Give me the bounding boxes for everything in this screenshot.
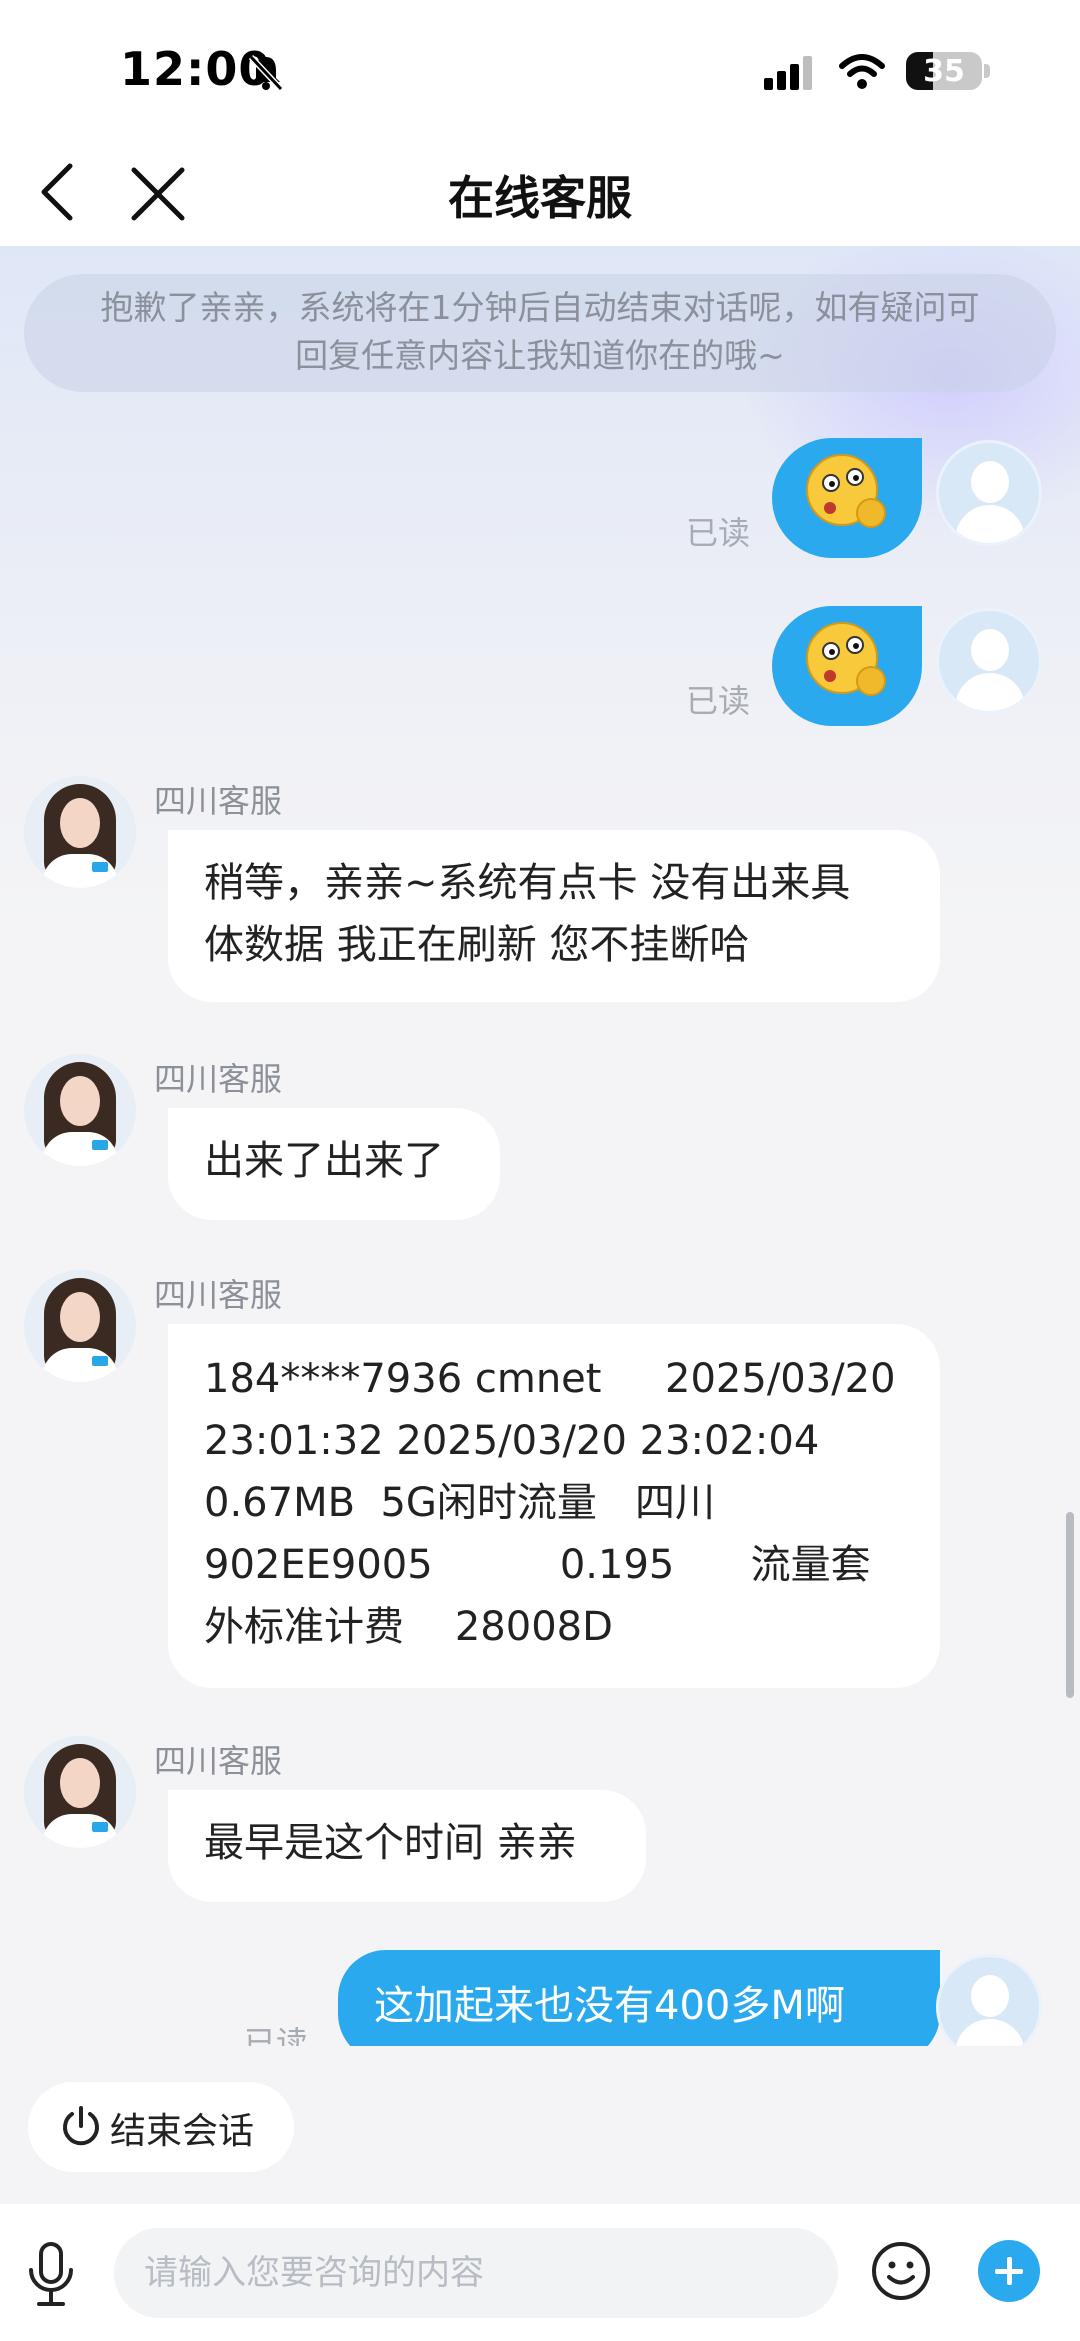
read-status: 已读	[686, 682, 751, 720]
end-session-button[interactable]: 结束会话	[28, 2082, 294, 2172]
message-text-line: 23:01:32 2025/03/20 23:02:04	[204, 1418, 820, 1464]
page-title: 在线客服	[448, 171, 632, 225]
message-text-line: 稍等，亲亲~系统有点卡 没有出来具	[204, 860, 851, 906]
user-message-bubble[interactable]: 这加起来也没有400多M啊	[338, 1950, 940, 2046]
agent-message-bubble[interactable]: 最早是这个时间 亲亲	[168, 1790, 646, 1902]
agent-name: 四川客服	[154, 782, 283, 820]
agent-avatar[interactable]	[24, 1270, 136, 1382]
agent-avatar[interactable]	[24, 1054, 136, 1166]
power-icon	[63, 2106, 99, 2146]
battery-level: 35	[923, 54, 965, 89]
chat-area[interactable]: 抱歉了亲亲，系统将在1分钟后自动结束对话呢，如有疑问可 回复任意内容让我知道你在…	[0, 246, 1080, 2046]
wifi-icon	[839, 54, 885, 89]
notice-line: 抱歉了亲亲，系统将在1分钟后自动结束对话呢，如有疑问可	[100, 288, 980, 327]
message-text-line: 184****7936 cmnet 2025/03/20	[204, 1356, 896, 1402]
message-input[interactable]	[114, 2228, 838, 2318]
message-text-line: 体数据 我正在刷新 您不挂断哈	[204, 922, 750, 968]
message-text: 这加起来也没有400多M啊	[374, 1983, 845, 2029]
message-text-line: 902EE9005 0.195 流量套	[204, 1542, 871, 1588]
agent-message-bubble[interactable]: 184****7936 cmnet 2025/03/20 23:01:32 20…	[168, 1324, 940, 1688]
agent-message-bubble[interactable]: 出来了出来了	[168, 1108, 500, 1220]
agent-name: 四川客服	[154, 1276, 283, 1314]
read-status: 已读	[686, 514, 751, 552]
notice-line: 回复任意内容让我知道你在的哦~	[295, 336, 785, 375]
nav-bar: 在线客服	[0, 140, 1080, 246]
agent-avatar[interactable]	[24, 776, 136, 888]
microphone-icon[interactable]	[22, 2240, 80, 2310]
message-text-line: 0.67MB 5G闲时流量 四川	[204, 1480, 716, 1526]
user-emoji-bubble[interactable]	[772, 606, 922, 726]
message-text: 最早是这个时间 亲亲	[204, 1820, 577, 1866]
end-session-label: 结束会话	[110, 2111, 255, 2152]
composer-bar	[0, 2204, 1080, 2341]
plus-icon[interactable]	[978, 2240, 1040, 2302]
message-text-line: 外标准计费 28008D	[204, 1604, 613, 1650]
emoji-smile-icon[interactable]	[870, 2240, 932, 2302]
user-emoji-bubble[interactable]	[772, 438, 922, 558]
agent-name: 四川客服	[154, 1742, 283, 1780]
cellular-signal-icon	[764, 56, 812, 90]
system-notice: 抱歉了亲亲，系统将在1分钟后自动结束对话呢，如有疑问可 回复任意内容让我知道你在…	[24, 274, 1056, 392]
message-text: 出来了出来了	[204, 1138, 444, 1184]
agent-message-bubble[interactable]: 稍等，亲亲~系统有点卡 没有出来具 体数据 我正在刷新 您不挂断哈	[168, 830, 940, 1002]
user-avatar[interactable]	[936, 1954, 1042, 2046]
bell-muted-icon	[248, 54, 284, 92]
user-avatar[interactable]	[936, 608, 1042, 714]
agent-avatar[interactable]	[24, 1736, 136, 1848]
status-bar: 12:00 35	[0, 0, 1080, 140]
read-status: 已读	[244, 2024, 309, 2046]
agent-name: 四川客服	[154, 1060, 283, 1098]
user-avatar[interactable]	[936, 440, 1042, 546]
battery-icon: 35	[906, 52, 982, 90]
scrollbar[interactable]	[1066, 1512, 1074, 1698]
